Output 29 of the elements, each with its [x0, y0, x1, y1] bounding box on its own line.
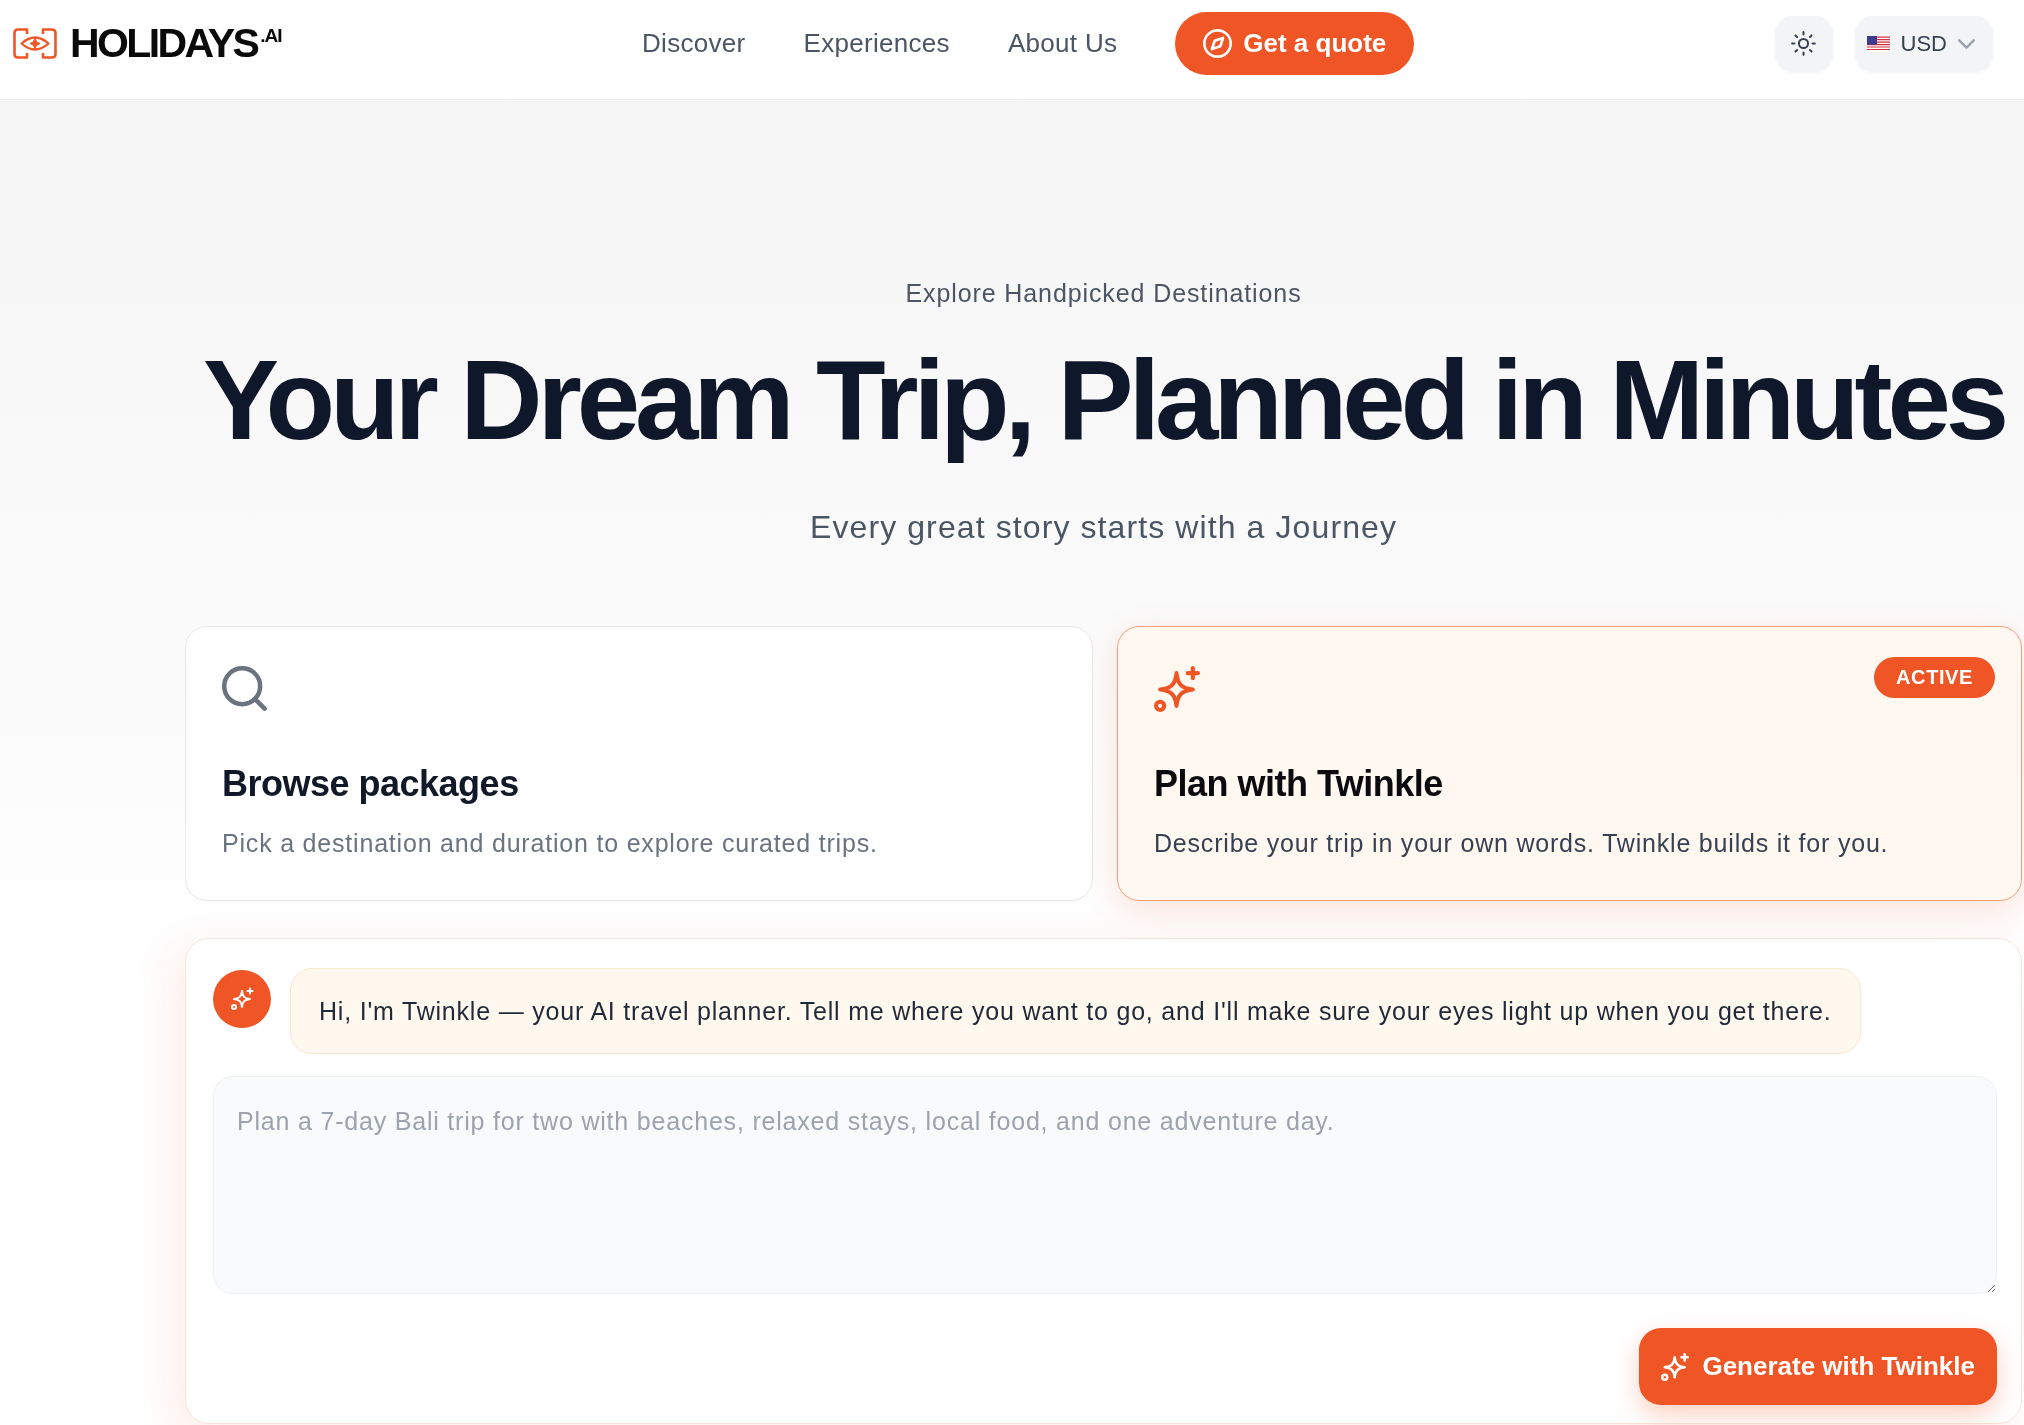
theme-toggle-button[interactable] [1774, 15, 1833, 72]
generate-button[interactable]: Generate with Twinkle [1639, 1328, 1997, 1405]
flag-icon [1866, 35, 1890, 52]
hero-title: Your Dream Trip, Planned in Minutes [203, 335, 2004, 465]
sparkle-icon [1661, 1352, 1690, 1381]
hero-eyebrow: Explore Handpicked Destinations [905, 279, 1302, 308]
compass-icon [1203, 29, 1233, 58]
sparkle-icon [1154, 666, 1200, 712]
mode-card[interactable]: Plan with Twinkle Describe your trip in your own words. Twinkle builds it for you. ACTIVE [1117, 626, 2022, 901]
card-description: Pick a destination and duration to explore curated trips. [222, 828, 878, 858]
quote-button[interactable]: Get a quote [1175, 12, 1415, 75]
prompt-field[interactable]: Plan a 7-day Bali trip for two with beaches, relaxed stays, local food, and one adventure day. [213, 1076, 1997, 1294]
chevron-down-icon [1958, 38, 1975, 49]
sun-icon [1791, 31, 1817, 56]
search-icon [222, 666, 268, 712]
nav-link[interactable]: Discover [642, 28, 746, 59]
nav-link[interactable]: Experiences [803, 28, 950, 59]
card-title: Plan with Twinkle [1154, 762, 1443, 806]
chat-message: Hi, I'm Twinkle — your AI travel planner. Tell me where you want to go, and I'll make sure your eyes light up when you get there. [290, 968, 1861, 1054]
logo-icon [13, 28, 57, 59]
card-title: Browse packages [222, 762, 519, 806]
logo-wordmark: HOLIDAYS$^{.AI}$ [70, 23, 282, 64]
currency-selector[interactable]: USD [1854, 15, 1993, 72]
active-badge: ACTIVE [1874, 657, 1995, 698]
nav-link[interactable]: About Us [1007, 28, 1118, 59]
sparkle-avatar-icon [213, 970, 271, 1028]
card-description: Describe your trip in your own words. Twinkle builds it for you. [1154, 828, 1889, 858]
mode-card[interactable]: Browse packages Pick a destination and duration to explore curated trips. [185, 626, 1093, 901]
hero-subtitle: Every great story starts with a Journey [809, 508, 1398, 546]
